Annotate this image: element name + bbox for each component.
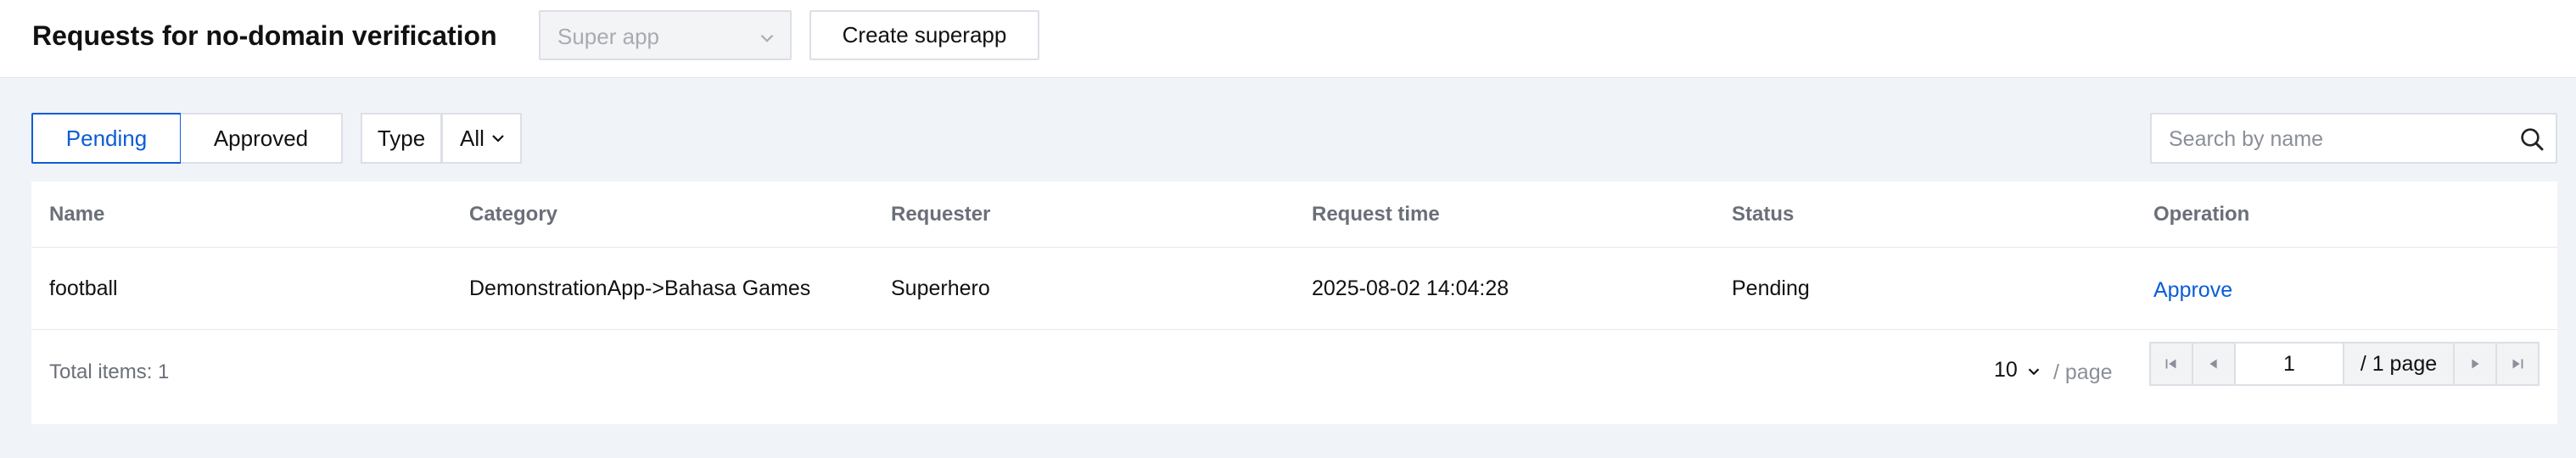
super-app-select[interactable]: Super app (539, 10, 792, 60)
requests-table-card: Name Category Requester Request time Sta… (31, 182, 2557, 424)
column-header-requester: Requester (891, 203, 991, 226)
chevron-down-icon (2028, 367, 2040, 375)
total-items: Total items: 1 (49, 360, 170, 383)
prev-page-icon (2209, 359, 2217, 369)
type-filter-label: Type (361, 113, 442, 164)
cell-status: Pending (1732, 276, 1810, 300)
page-size-select[interactable]: 10 (1994, 358, 2043, 383)
first-page-button[interactable] (2149, 342, 2193, 386)
current-page-input[interactable]: 1 (2234, 342, 2344, 386)
type-filter-select[interactable]: All (441, 113, 522, 164)
search-box[interactable] (2150, 113, 2557, 164)
next-page-icon (2472, 359, 2479, 369)
top-bar: Requests for no-domain verification Supe… (0, 0, 2576, 78)
next-page-button[interactable] (2453, 342, 2497, 386)
last-page-button[interactable] (2495, 342, 2540, 386)
first-page-icon (2165, 359, 2176, 369)
column-header-request-time: Request time (1312, 203, 1440, 226)
cell-requester: Superhero (891, 276, 990, 300)
tab-approved[interactable]: Approved (181, 113, 343, 164)
chevron-down-icon (492, 135, 504, 142)
per-page-label: / page (2053, 360, 2113, 384)
table-row: football DemonstrationApp->Bahasa Games … (31, 248, 2557, 330)
table-header: Name Category Requester Request time Sta… (31, 182, 2557, 248)
total-pages: / 1 page (2343, 342, 2455, 386)
pagination-controls: 1 / 1 page (2149, 342, 2540, 386)
last-page-icon (2512, 359, 2523, 369)
tab-pending[interactable]: Pending (31, 113, 182, 164)
cell-request-time: 2025-08-02 14:04:28 (1312, 276, 1509, 300)
page-size-value: 10 (1994, 358, 2018, 382)
create-superapp-button[interactable]: Create superapp (809, 10, 1039, 60)
chevron-down-icon (760, 34, 774, 42)
type-filter-value: All (460, 125, 484, 151)
column-header-operation: Operation (2153, 203, 2250, 226)
prev-page-button[interactable] (2192, 342, 2236, 386)
page-title: Requests for no-domain verification (32, 20, 497, 51)
search-icon[interactable] (2518, 126, 2545, 153)
approve-link[interactable]: Approve (2153, 277, 2232, 303)
column-header-name: Name (49, 203, 105, 226)
super-app-select-placeholder: Super app (557, 24, 659, 49)
cell-name: football (49, 276, 118, 300)
cell-category: DemonstrationApp->Bahasa Games (469, 276, 811, 300)
table-footer: Total items: 1 10 / page 1 / 1 page (31, 330, 2557, 424)
column-header-status: Status (1732, 203, 1795, 226)
search-input[interactable] (2169, 125, 2500, 154)
column-header-category: Category (469, 203, 558, 226)
